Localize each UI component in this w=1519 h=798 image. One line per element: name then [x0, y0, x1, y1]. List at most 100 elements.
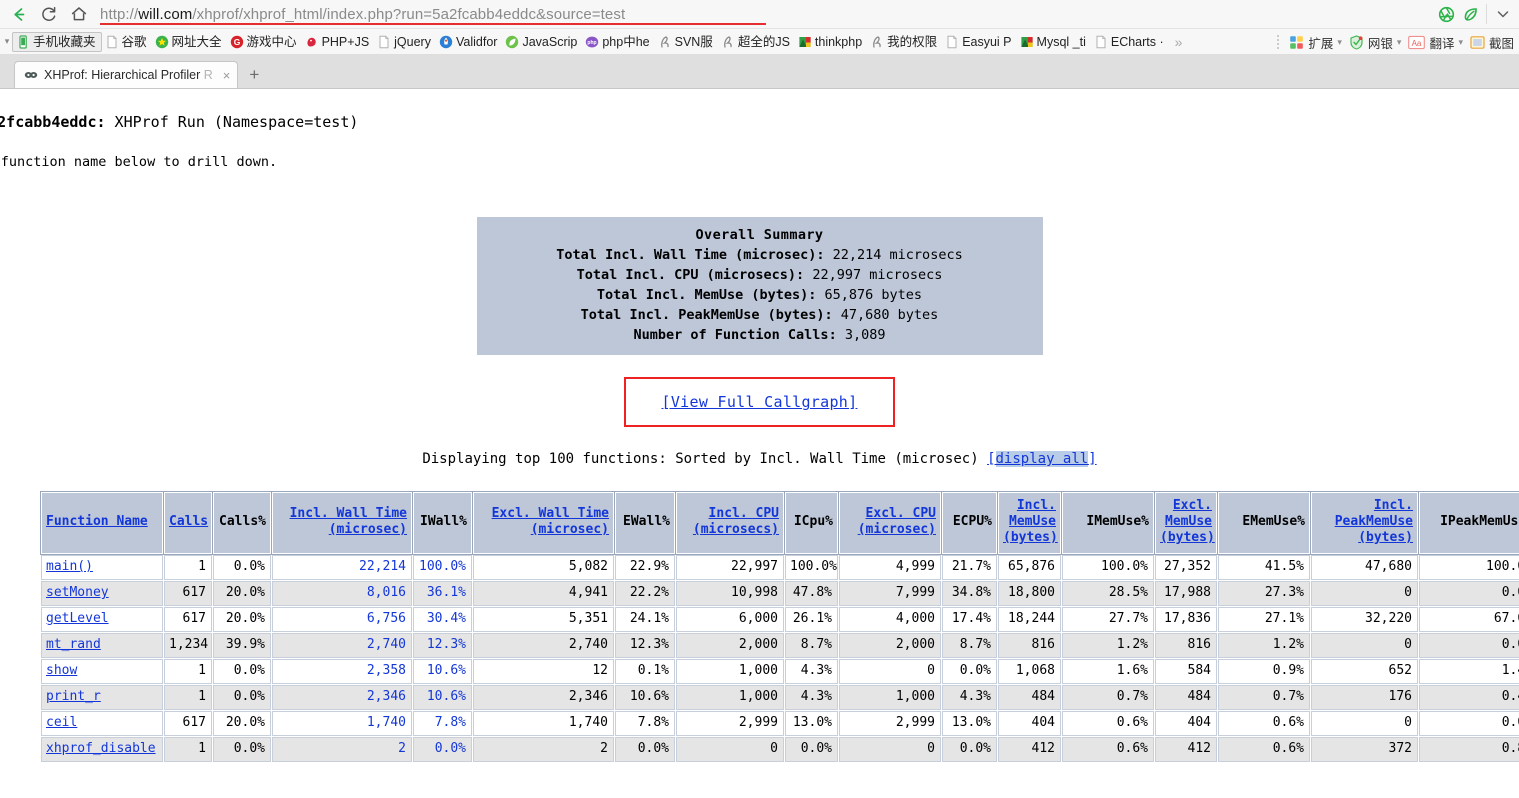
bookmark-my-permissions[interactable]: 我的权限: [867, 32, 942, 52]
col-header-incl-memuse[interactable]: Incl.MemUse(bytes): [998, 492, 1061, 554]
bank-shield-button[interactable]: 网银: [1346, 33, 1396, 52]
sort-link[interactable]: Incl.PeakMemUse(bytes): [1335, 498, 1413, 545]
cell-value: 0: [1311, 581, 1418, 606]
bookmark-google[interactable]: 谷歌: [102, 32, 152, 52]
sort-link[interactable]: Incl. Wall Time(microsec): [290, 506, 407, 537]
cell-value: 404: [998, 711, 1061, 736]
cell-function-name[interactable]: mt_rand: [41, 633, 163, 658]
bookmark-all-js[interactable]: 超全的JS: [718, 32, 795, 52]
cell-value: 30.4%: [413, 607, 472, 632]
col-header-calls[interactable]: Calls: [164, 492, 212, 554]
aperture-icon[interactable]: [1434, 2, 1458, 26]
new-tab-button[interactable]: +: [238, 65, 270, 88]
col-header-incl-wall-time[interactable]: Incl. Wall Time(microsec): [272, 492, 412, 554]
extensions-button[interactable]: 扩展: [1286, 33, 1336, 52]
cell-value: 1,068: [998, 659, 1061, 684]
bookmark-phone-favorites[interactable]: 手机收藏夹: [12, 32, 102, 52]
col-label-line2: PeakMemUse: [1335, 514, 1413, 529]
cell-function-name[interactable]: main(): [41, 555, 163, 580]
bookmark-thinkphp[interactable]: thinkphp: [795, 32, 867, 52]
col-header-incl-cpu[interactable]: Incl. CPU(microsecs): [676, 492, 784, 554]
back-button[interactable]: [4, 1, 34, 27]
cell-value: 100.0%: [413, 555, 472, 580]
function-link[interactable]: mt_rand: [46, 637, 101, 652]
bookmark-label: 超全的JS: [738, 35, 790, 49]
cell-function-name[interactable]: xhprof_disable: [41, 737, 163, 762]
bookmark-php-js[interactable]: PHP+JS: [302, 32, 375, 52]
page-icon: [377, 35, 391, 49]
sort-link[interactable]: Calls: [169, 514, 208, 529]
display-all-link[interactable]: [display all]: [987, 451, 1097, 467]
callgraph-highlight-box: [View Full Callgraph]: [624, 377, 896, 427]
php-elephant-icon: [305, 35, 319, 49]
chevron-down-icon[interactable]: ▾: [1396, 37, 1406, 48]
close-icon[interactable]: ×: [219, 68, 231, 83]
cell-value: 7.8%: [615, 711, 675, 736]
col-header-excl-cpu[interactable]: Excl. CPU(microsec): [839, 492, 941, 554]
report-label: ort: [0, 95, 1519, 112]
profiler-table-container: Function Name Calls Calls% Incl. Wall Ti…: [0, 491, 1519, 763]
function-link[interactable]: show: [46, 663, 77, 678]
reload-button[interactable]: [34, 1, 64, 27]
cell-function-name[interactable]: setMoney: [41, 581, 163, 606]
home-button[interactable]: [64, 1, 94, 27]
screenshot-button[interactable]: 截图: [1467, 33, 1517, 52]
run-id: n #5a2fcabb4eddc:: [0, 113, 106, 131]
function-link[interactable]: getLevel: [46, 611, 109, 626]
sort-link[interactable]: Incl.MemUse(bytes): [1003, 498, 1058, 545]
function-link[interactable]: main(): [46, 559, 93, 574]
chevron-down-icon[interactable]: ▾: [1336, 37, 1346, 48]
function-link[interactable]: xhprof_disable: [46, 741, 156, 756]
bookmark-echarts[interactable]: ECharts ·: [1091, 32, 1169, 52]
col-header-excl-wall-time[interactable]: Excl. Wall Time(microsec): [473, 492, 614, 554]
cell-value: 47,680: [1311, 555, 1418, 580]
function-link[interactable]: print_r: [46, 689, 101, 704]
sort-link[interactable]: Excl. Wall Time(microsec): [492, 506, 609, 537]
sort-link[interactable]: Incl. CPU(microsecs): [693, 506, 779, 537]
tab-xhprof[interactable]: XHProf: Hierarchical Profiler R ×: [14, 61, 238, 88]
leaf-icon[interactable]: [1458, 2, 1482, 26]
cell-value: 4.3%: [785, 685, 838, 710]
bookmark-javascript[interactable]: JavaScrip: [502, 32, 582, 52]
bookmark-php-zhonghe[interactable]: php php中he: [582, 32, 654, 52]
svg-text:G: G: [233, 37, 240, 47]
col-header-excl-memuse[interactable]: Excl.MemUse(bytes): [1155, 492, 1217, 554]
bookmark-mysql[interactable]: Mysql _ti: [1017, 32, 1091, 52]
table-row: getLevel61720.0%6,75630.4%5,35124.1%6,00…: [41, 607, 1519, 632]
col-header-icpu-pct: ICpu%: [785, 492, 838, 554]
bookmark-easyui[interactable]: Easyui P: [942, 32, 1016, 52]
bookmark-svn[interactable]: SVN服: [655, 32, 718, 52]
browser-menu-button[interactable]: [1491, 2, 1515, 26]
col-header-incl-peakmemuse[interactable]: Incl.PeakMemUse(bytes): [1311, 492, 1418, 554]
sort-link[interactable]: Excl.MemUse(bytes): [1160, 498, 1215, 545]
view-full-callgraph-link[interactable]: [View Full Callgraph]: [662, 393, 858, 411]
chevron-down-icon[interactable]: ▾: [1457, 37, 1467, 48]
cell-value: 24.1%: [615, 607, 675, 632]
col-header-function-name[interactable]: Function Name: [41, 492, 163, 554]
cell-function-name[interactable]: show: [41, 659, 163, 684]
function-link[interactable]: ceil: [46, 715, 77, 730]
cell-value: 7.8%: [413, 711, 472, 736]
sort-link[interactable]: Function Name: [46, 514, 148, 529]
function-link[interactable]: setMoney: [46, 585, 109, 600]
summary-row: Total Incl. MemUse (bytes): 65,876 bytes: [477, 285, 1043, 305]
bookmarks-left-caret[interactable]: ▾: [2, 36, 12, 47]
bookmark-web-directory[interactable]: 网址大全: [152, 32, 227, 52]
cell-function-name[interactable]: getLevel: [41, 607, 163, 632]
sort-link[interactable]: Excl. CPU(microsec): [858, 506, 936, 537]
translate-icon: Aa: [1408, 35, 1425, 50]
bookmark-jquery[interactable]: jQuery: [374, 32, 436, 52]
bookmark-game-center[interactable]: G 游戏中心: [227, 32, 302, 52]
translate-button[interactable]: Aa 翻译: [1405, 33, 1457, 52]
drag-handle-icon[interactable]: [1274, 33, 1282, 51]
address-bar[interactable]: http://will.com/xhprof/xhprof_html/index…: [98, 1, 1428, 27]
extension-toolbar: 扩展 ▾ 网银 ▾ Aa 翻译 ▾: [1274, 29, 1519, 55]
bookmarks-overflow-button[interactable]: »: [1169, 34, 1189, 50]
col-label-line3: (bytes): [1358, 530, 1413, 545]
cell-value: 412: [998, 737, 1061, 762]
cell-value: 0.0%: [615, 737, 675, 762]
cell-function-name[interactable]: ceil: [41, 711, 163, 736]
cell-value: 1,740: [473, 711, 614, 736]
bookmark-validfor[interactable]: Validfor: [436, 32, 502, 52]
cell-function-name[interactable]: print_r: [41, 685, 163, 710]
